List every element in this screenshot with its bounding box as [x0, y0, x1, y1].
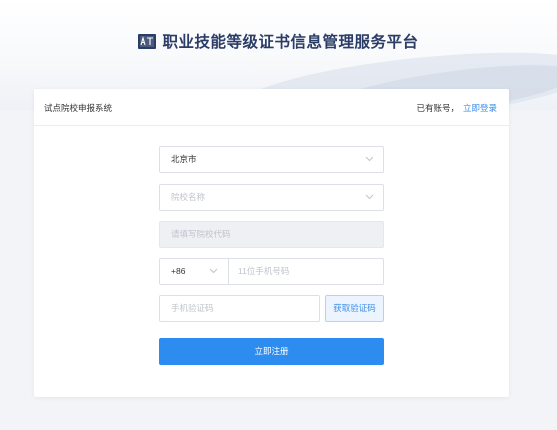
- login-prompt-text: 已有账号，: [416, 103, 459, 113]
- phone-placeholder: 11位手机号码: [238, 266, 290, 276]
- country-code-value: +86: [171, 266, 186, 276]
- sms-code-input[interactable]: 手机验证码: [159, 295, 320, 322]
- card-title: 试点院校申报系统: [44, 103, 113, 113]
- school-name-select[interactable]: 院校名称: [159, 184, 384, 211]
- platform-title: 职业技能等级证书信息管理服务平台: [162, 34, 419, 51]
- phone-input-group: +86 11位手机号码: [159, 258, 384, 285]
- region-select[interactable]: 北京市: [159, 146, 384, 173]
- school-code-placeholder: 请填写院校代码: [171, 229, 231, 239]
- register-button[interactable]: 立即注册: [159, 338, 384, 365]
- region-select-value: 北京市: [171, 154, 197, 164]
- school-code-input[interactable]: 请填写院校代码: [159, 221, 384, 248]
- card-header: 试点院校申报系统 已有账号， 立即登录: [34, 89, 509, 126]
- get-code-button[interactable]: 获取验证码: [325, 295, 384, 322]
- login-link[interactable]: 立即登录: [463, 103, 497, 113]
- sms-code-placeholder: 手机验证码: [171, 303, 214, 313]
- chevron-down-icon: [365, 156, 374, 162]
- register-card: 试点院校申报系统 已有账号， 立即登录 北京市 院校名称 请填写院校代码 +86 …: [34, 89, 509, 397]
- divider: [228, 259, 229, 284]
- brand: 职业技能等级证书信息管理服务平台: [0, 30, 557, 52]
- login-prompt: 已有账号， 立即登录: [416, 102, 497, 114]
- certificate-logo-icon: [138, 34, 157, 49]
- country-code-select[interactable]: +86: [160, 259, 228, 284]
- chevron-down-icon: [365, 194, 374, 200]
- phone-input[interactable]: 11位手机号码: [238, 259, 383, 284]
- school-name-placeholder: 院校名称: [171, 192, 206, 202]
- chevron-down-icon: [209, 268, 218, 274]
